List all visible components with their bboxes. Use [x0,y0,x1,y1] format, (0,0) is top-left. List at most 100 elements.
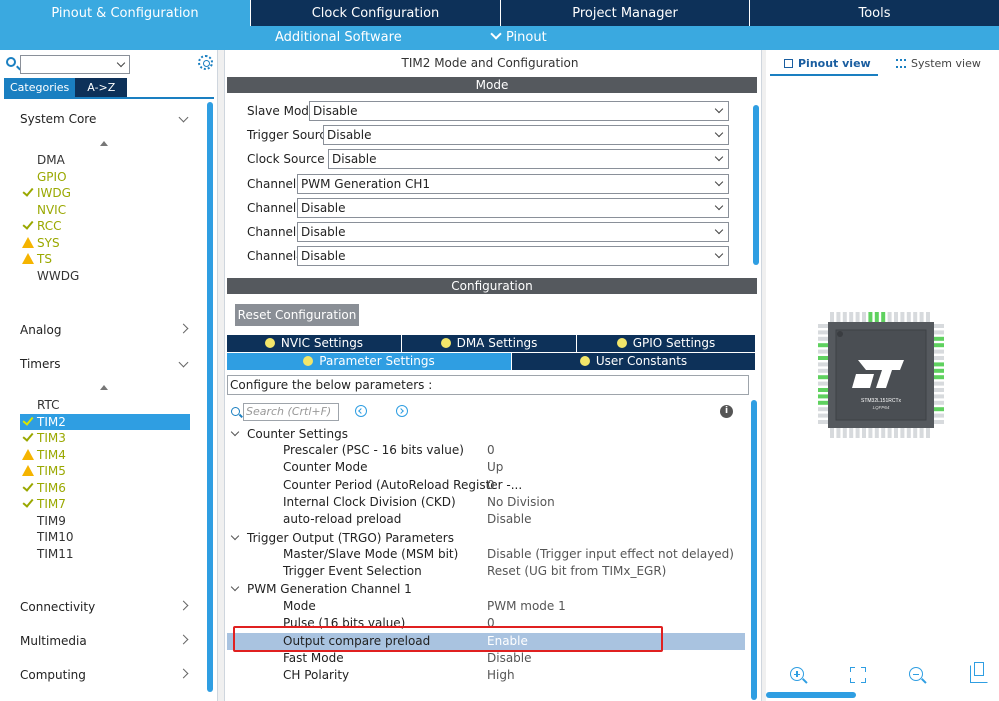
parameter-value[interactable]: Up [487,460,503,474]
pin[interactable] [842,428,847,438]
pin[interactable] [934,362,944,367]
pin[interactable] [906,428,911,438]
pin[interactable] [934,407,944,412]
parameter-row[interactable]: Prescaler (PSC - 16 bits value) 0 [227,442,745,459]
pin[interactable] [934,388,944,392]
peripheral-item[interactable]: IWDG [20,185,190,201]
pin[interactable] [934,356,944,360]
pin[interactable] [836,428,841,438]
gear-icon[interactable] [198,55,213,70]
export-icon[interactable] [970,662,988,683]
tab-categories[interactable]: Categories [4,78,76,97]
pin[interactable] [934,349,944,354]
tab-a-z[interactable]: A->Z [75,78,128,97]
pin[interactable] [934,400,944,405]
pin[interactable] [849,428,854,438]
fit-view-icon[interactable] [850,667,866,683]
peripheral-item[interactable]: WWDG [20,268,190,284]
pin[interactable] [818,362,828,367]
parameter-search-input[interactable]: Search (Crtl+F) [243,403,339,421]
peripheral-item[interactable]: TS [20,251,190,267]
next-match-icon[interactable] [396,405,408,417]
peripheral-item[interactable]: TIM3 [20,430,190,446]
peripheral-item[interactable]: TIM7 [20,496,190,512]
pin[interactable] [934,336,944,341]
sort-icon[interactable] [100,141,108,146]
pin[interactable] [818,375,828,380]
tab-tools[interactable]: Tools [750,0,999,26]
tab-project-manager[interactable]: Project Manager [501,0,750,26]
peripheral-item[interactable]: TIM4 [20,447,190,463]
section-pwm-channel-1[interactable]: PWM Generation Channel 1 [230,582,412,596]
parameter-row[interactable]: CH Polarity High [227,667,745,684]
parameter-row[interactable]: Trigger Event Selection Reset (UG bit fro… [227,563,745,580]
pin[interactable] [934,330,944,335]
parameter-value[interactable]: No Division [487,495,555,509]
pin[interactable] [818,413,828,418]
chip-diagram[interactable]: STM32L151RCTx LQFP64 [796,290,966,460]
tab-clock-configuration[interactable]: Clock Configuration [251,0,501,26]
pin[interactable] [818,381,828,386]
parameter-value[interactable]: Disable [487,512,532,526]
pin[interactable] [818,330,828,335]
pin[interactable] [862,428,866,438]
pin[interactable] [894,312,898,322]
parameter-row[interactable]: Master/Slave Mode (MSM bit) Disable (Trig… [227,546,745,563]
mode-select[interactable]: Disable [328,149,729,170]
parameter-value[interactable]: High [487,668,515,682]
peripheral-item[interactable]: TIM5 [20,463,190,479]
pin[interactable] [906,312,911,322]
parameter-value[interactable]: Disable [487,651,532,665]
group-analog[interactable]: Analog [20,323,195,337]
pin[interactable] [913,312,918,322]
peripheral-item[interactable]: SYS [20,235,190,251]
group-computing[interactable]: Computing [20,668,195,682]
pin[interactable] [818,394,828,399]
pin[interactable] [934,343,944,348]
pin[interactable] [874,312,879,322]
tab-pinout-configuration[interactable]: Pinout & Configuration [0,0,251,26]
pin[interactable] [842,312,847,322]
pin[interactable] [818,349,828,354]
pin[interactable] [849,312,854,322]
pin[interactable] [818,336,828,341]
category-search-input[interactable] [20,55,130,74]
parameter-row[interactable]: Counter Mode Up [227,459,745,476]
pin[interactable] [926,312,930,322]
group-multimedia[interactable]: Multimedia [20,634,195,648]
pin[interactable] [887,312,892,322]
parameter-row[interactable]: Mode PWM mode 1 [227,598,745,615]
mode-scrollbar[interactable] [753,105,759,265]
tab-pinout-view[interactable]: Pinout view [784,57,871,70]
tab-nvic-settings[interactable]: NVIC Settings [227,335,402,352]
pin[interactable] [855,312,860,322]
peripheral-item[interactable]: RTC [20,397,190,413]
group-connectivity[interactable]: Connectivity [20,600,195,614]
tab-gpio-settings[interactable]: GPIO Settings [577,335,755,352]
info-icon[interactable]: i [720,405,733,418]
tab-parameter-settings[interactable]: Parameter Settings [227,353,512,370]
sort-icon[interactable] [100,385,108,390]
pin[interactable] [913,428,918,438]
horizontal-scrollbar[interactable] [766,692,856,698]
mode-select[interactable]: Disable [297,222,729,242]
peripheral-item[interactable]: TIM9 [20,513,190,529]
parameter-value[interactable]: 0 [487,443,495,457]
peripheral-item[interactable]: TIM2 [20,413,190,430]
section-trgo-parameters[interactable]: Trigger Output (TRGO) Parameters [230,531,454,545]
parameters-scrollbar[interactable] [751,400,757,700]
pin[interactable] [818,343,828,348]
peripheral-item[interactable]: TIM11 [20,546,190,562]
peripheral-item[interactable]: DMA [20,152,190,168]
pin[interactable] [855,428,860,438]
peripheral-item[interactable]: GPIO [20,169,190,185]
pin[interactable] [881,428,886,438]
section-counter-settings[interactable]: Counter Settings [230,427,348,441]
tab-dma-settings[interactable]: DMA Settings [402,335,577,352]
parameter-row[interactable]: Fast Mode Disable [227,650,745,667]
tab-system-view[interactable]: System view [896,57,981,70]
mode-select[interactable]: Disable [323,125,729,146]
pin[interactable] [836,312,841,322]
pinout-menu[interactable]: Pinout [490,28,547,45]
peripheral-item[interactable]: TIM6 [20,480,190,496]
